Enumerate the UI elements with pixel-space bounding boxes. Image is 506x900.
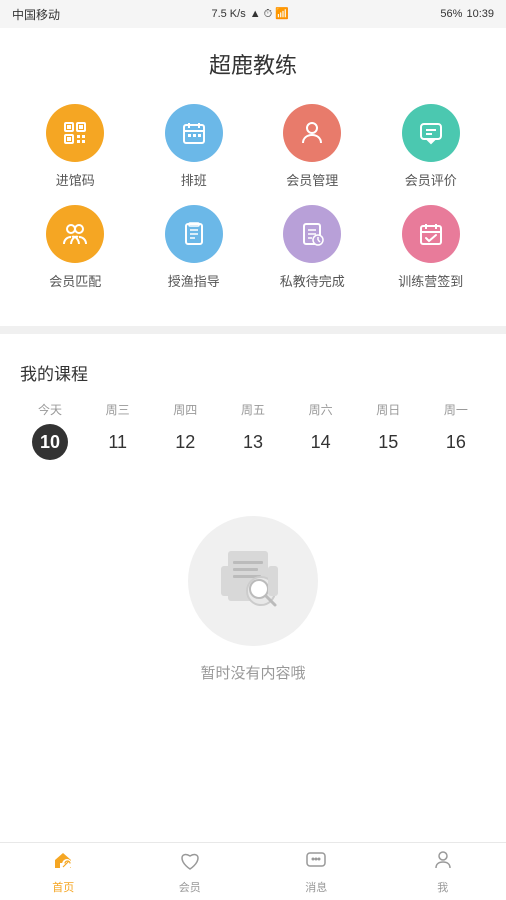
private-pending-label: 私教待完成: [280, 271, 345, 290]
member-manage-icon-circle: [283, 104, 341, 162]
cal-weekday-1: 周三: [106, 401, 130, 418]
cal-weekday-4: 周六: [309, 401, 333, 418]
member-match-label: 会员匹配: [49, 271, 101, 290]
carrier-text: 中国移动: [12, 6, 60, 23]
battery-text: 56%: [440, 8, 462, 20]
grid-item-member-review[interactable]: 会员评价: [376, 104, 487, 189]
tab-message-label: 消息: [305, 879, 327, 895]
me-tab-icon: [431, 848, 455, 876]
home-icon: [51, 848, 75, 876]
calendar-row: 今天 10 周三 11 周四 12 周五 13 周六 14 周日 15: [20, 401, 486, 460]
training-signin-label: 训练营签到: [398, 271, 463, 290]
status-bar: 中国移动 7.5 K/s ▲ ⏱ 📶 56% 10:39: [0, 0, 506, 28]
grid-item-private-pending[interactable]: 私教待完成: [257, 205, 368, 290]
cal-weekday-0: 今天: [38, 401, 62, 418]
private-pending-icon-circle: [283, 205, 341, 263]
grid-section-row1: 进馆码 排班: [0, 104, 506, 316]
main-content: 超鹿教练: [0, 28, 506, 848]
schedule-svg: [180, 119, 208, 147]
cal-weekday-6: 周一: [444, 401, 468, 418]
grid-item-entry-code[interactable]: 进馆码: [20, 104, 131, 189]
tab-member-label: 会员: [179, 879, 201, 895]
member-review-svg: [417, 119, 445, 147]
empty-text: 暂时没有内容哦: [200, 662, 305, 683]
entry-code-label: 进馆码: [56, 170, 95, 189]
cal-weekday-3: 周五: [241, 401, 265, 418]
message-tab-icon: [304, 848, 328, 876]
tab-member[interactable]: 会员: [127, 842, 254, 900]
cal-date-2: 12: [167, 424, 203, 460]
my-courses-title: 我的课程: [20, 360, 486, 385]
section-divider: [0, 326, 506, 334]
fishing-guide-svg: [180, 220, 208, 248]
training-signin-svg: [417, 220, 445, 248]
member-manage-label: 会员管理: [286, 170, 338, 189]
fishing-guide-icon-circle: [165, 205, 223, 263]
member-review-label: 会员评价: [405, 170, 457, 189]
cal-day-6[interactable]: 周一 16: [434, 401, 478, 460]
empty-illustration: [188, 516, 318, 646]
tab-me[interactable]: 我: [380, 842, 506, 900]
cal-day-3[interactable]: 周五 13: [231, 401, 275, 460]
grid-item-fishing-guide[interactable]: 授渔指导: [139, 205, 250, 290]
member-match-icon-circle: [46, 205, 104, 263]
status-center: 7.5 K/s ▲ ⏱ 📶: [211, 7, 289, 21]
tab-message[interactable]: 消息: [253, 842, 380, 900]
tab-home-label: 首页: [52, 879, 74, 895]
tab-me-label: 我: [437, 879, 448, 895]
schedule-label: 排班: [181, 170, 207, 189]
fishing-guide-label: 授渔指导: [168, 271, 220, 290]
empty-state: 暂时没有内容哦: [20, 476, 486, 703]
cal-date-5: 15: [370, 424, 406, 460]
cal-day-2[interactable]: 周四 12: [163, 401, 207, 460]
entry-code-icon-circle: [46, 104, 104, 162]
cal-day-0[interactable]: 今天 10: [28, 401, 72, 460]
tab-home[interactable]: 首页: [0, 842, 127, 900]
member-tab-icon: [178, 848, 202, 876]
icon-grid-row1: 进馆码 排班: [20, 104, 486, 189]
member-match-svg: [61, 220, 89, 248]
cal-day-1[interactable]: 周三 11: [96, 401, 140, 460]
schedule-icon-circle: [165, 104, 223, 162]
cal-day-4[interactable]: 周六 14: [299, 401, 343, 460]
speed-text: 7.5 K/s: [211, 8, 245, 20]
cal-date-4: 14: [303, 424, 339, 460]
cal-date-6: 16: [438, 424, 474, 460]
cal-weekday-2: 周四: [173, 401, 197, 418]
grid-item-member-match[interactable]: 会员匹配: [20, 205, 131, 290]
training-signin-icon-circle: [402, 205, 460, 263]
grid-item-member-manage[interactable]: 会员管理: [257, 104, 368, 189]
private-pending-svg: [298, 220, 326, 248]
cal-weekday-5: 周日: [376, 401, 400, 418]
status-right: 56% 10:39: [440, 8, 494, 20]
app-title: 超鹿教练: [0, 28, 506, 104]
tab-bar: 首页 会员 消息 我: [0, 842, 506, 900]
grid-item-training-signin[interactable]: 训练营签到: [376, 205, 487, 290]
signal-icons: ▲ ⏱ 📶: [250, 7, 289, 21]
grid-item-schedule[interactable]: 排班: [139, 104, 250, 189]
member-manage-svg: [298, 119, 326, 147]
cal-date-3: 13: [235, 424, 271, 460]
time-text: 10:39: [466, 8, 494, 20]
cal-date-1: 11: [100, 424, 136, 460]
cal-day-5[interactable]: 周日 15: [366, 401, 410, 460]
icon-grid-row2: 会员匹配 授渔指导: [20, 205, 486, 290]
entry-code-svg: [61, 119, 89, 147]
cal-date-0: 10: [32, 424, 68, 460]
my-courses-section: 我的课程 今天 10 周三 11 周四 12 周五 13 周六 14: [0, 344, 506, 703]
empty-illustration-svg: [213, 541, 293, 621]
member-review-icon-circle: [402, 104, 460, 162]
